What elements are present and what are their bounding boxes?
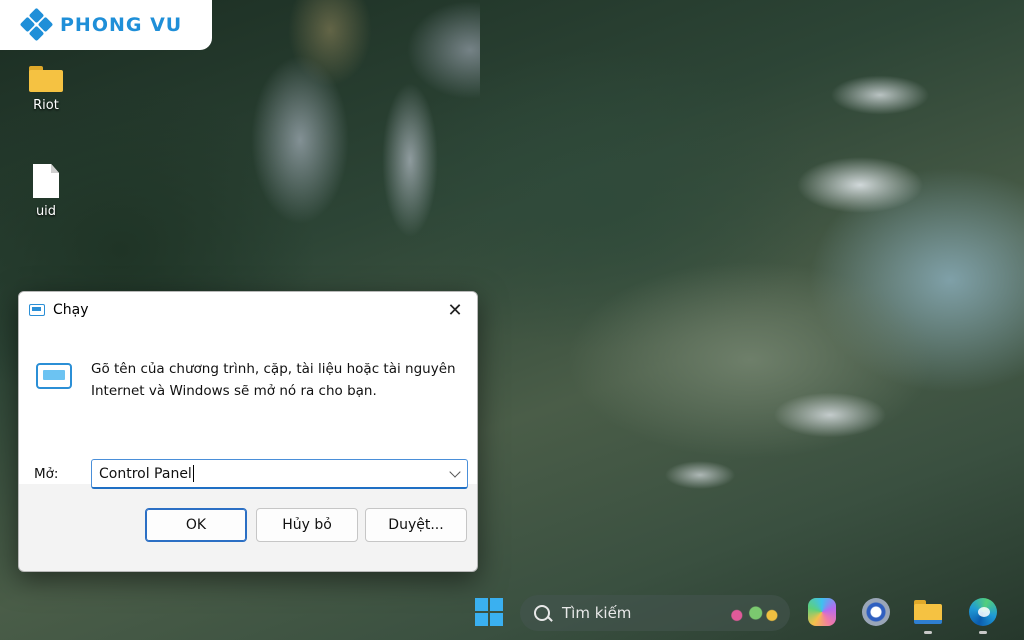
copilot-icon[interactable] [808, 598, 836, 626]
file-icon [33, 164, 59, 198]
start-icon[interactable] [475, 598, 503, 626]
desktop-icon-label: uid [35, 204, 57, 219]
browse-button[interactable]: Duyệt... [365, 508, 467, 542]
text-caret [192, 465, 194, 482]
desktop-icon-riot[interactable]: Riot [11, 66, 81, 113]
taskbar-search[interactable]: Tìm kiếm [520, 595, 790, 631]
dialog-titlebar[interactable]: Chạy ✕ [19, 292, 477, 328]
desktop-icon-uid[interactable]: uid [11, 164, 81, 219]
search-highlight-art [726, 601, 780, 625]
brand-logo: PHONG VU [0, 0, 212, 50]
running-indicator [979, 631, 987, 634]
dialog-footer: OK Hủy bỏ Duyệt... [19, 484, 477, 571]
running-indicator [924, 631, 932, 634]
open-label: Mở: [34, 466, 59, 482]
logo-text: PHONG VU [60, 14, 183, 36]
open-input[interactable]: Control Panel [99, 466, 192, 482]
cancel-button[interactable]: Hủy bỏ [256, 508, 358, 542]
run-window-icon [36, 363, 72, 389]
chevron-down-icon[interactable] [449, 466, 461, 478]
folder-icon [29, 66, 63, 92]
desktop-icon-label: Riot [33, 98, 59, 113]
close-button[interactable]: ✕ [433, 292, 477, 328]
dialog-title: Chạy [53, 302, 89, 318]
wallpaper-astronaut [180, 0, 480, 290]
dialog-description: Gõ tên của chương trình, cặp, tài liệu h… [91, 361, 456, 399]
edge-icon[interactable] [969, 598, 997, 626]
close-icon: ✕ [447, 299, 463, 321]
dialog-body: Gõ tên của chương trình, cặp, tài liệu h… [19, 328, 477, 489]
run-dialog: Chạy ✕ Gõ tên của chương trình, cặp, tài… [18, 291, 478, 572]
run-app-icon [29, 304, 45, 316]
phong-vu-logo-icon [19, 7, 54, 42]
ok-button[interactable]: OK [145, 508, 247, 542]
search-icon [534, 605, 550, 621]
file-explorer-icon[interactable] [914, 598, 942, 626]
taskbar: Tìm kiếm [0, 588, 1024, 640]
search-placeholder: Tìm kiếm [562, 604, 632, 622]
settings-icon[interactable] [862, 598, 890, 626]
